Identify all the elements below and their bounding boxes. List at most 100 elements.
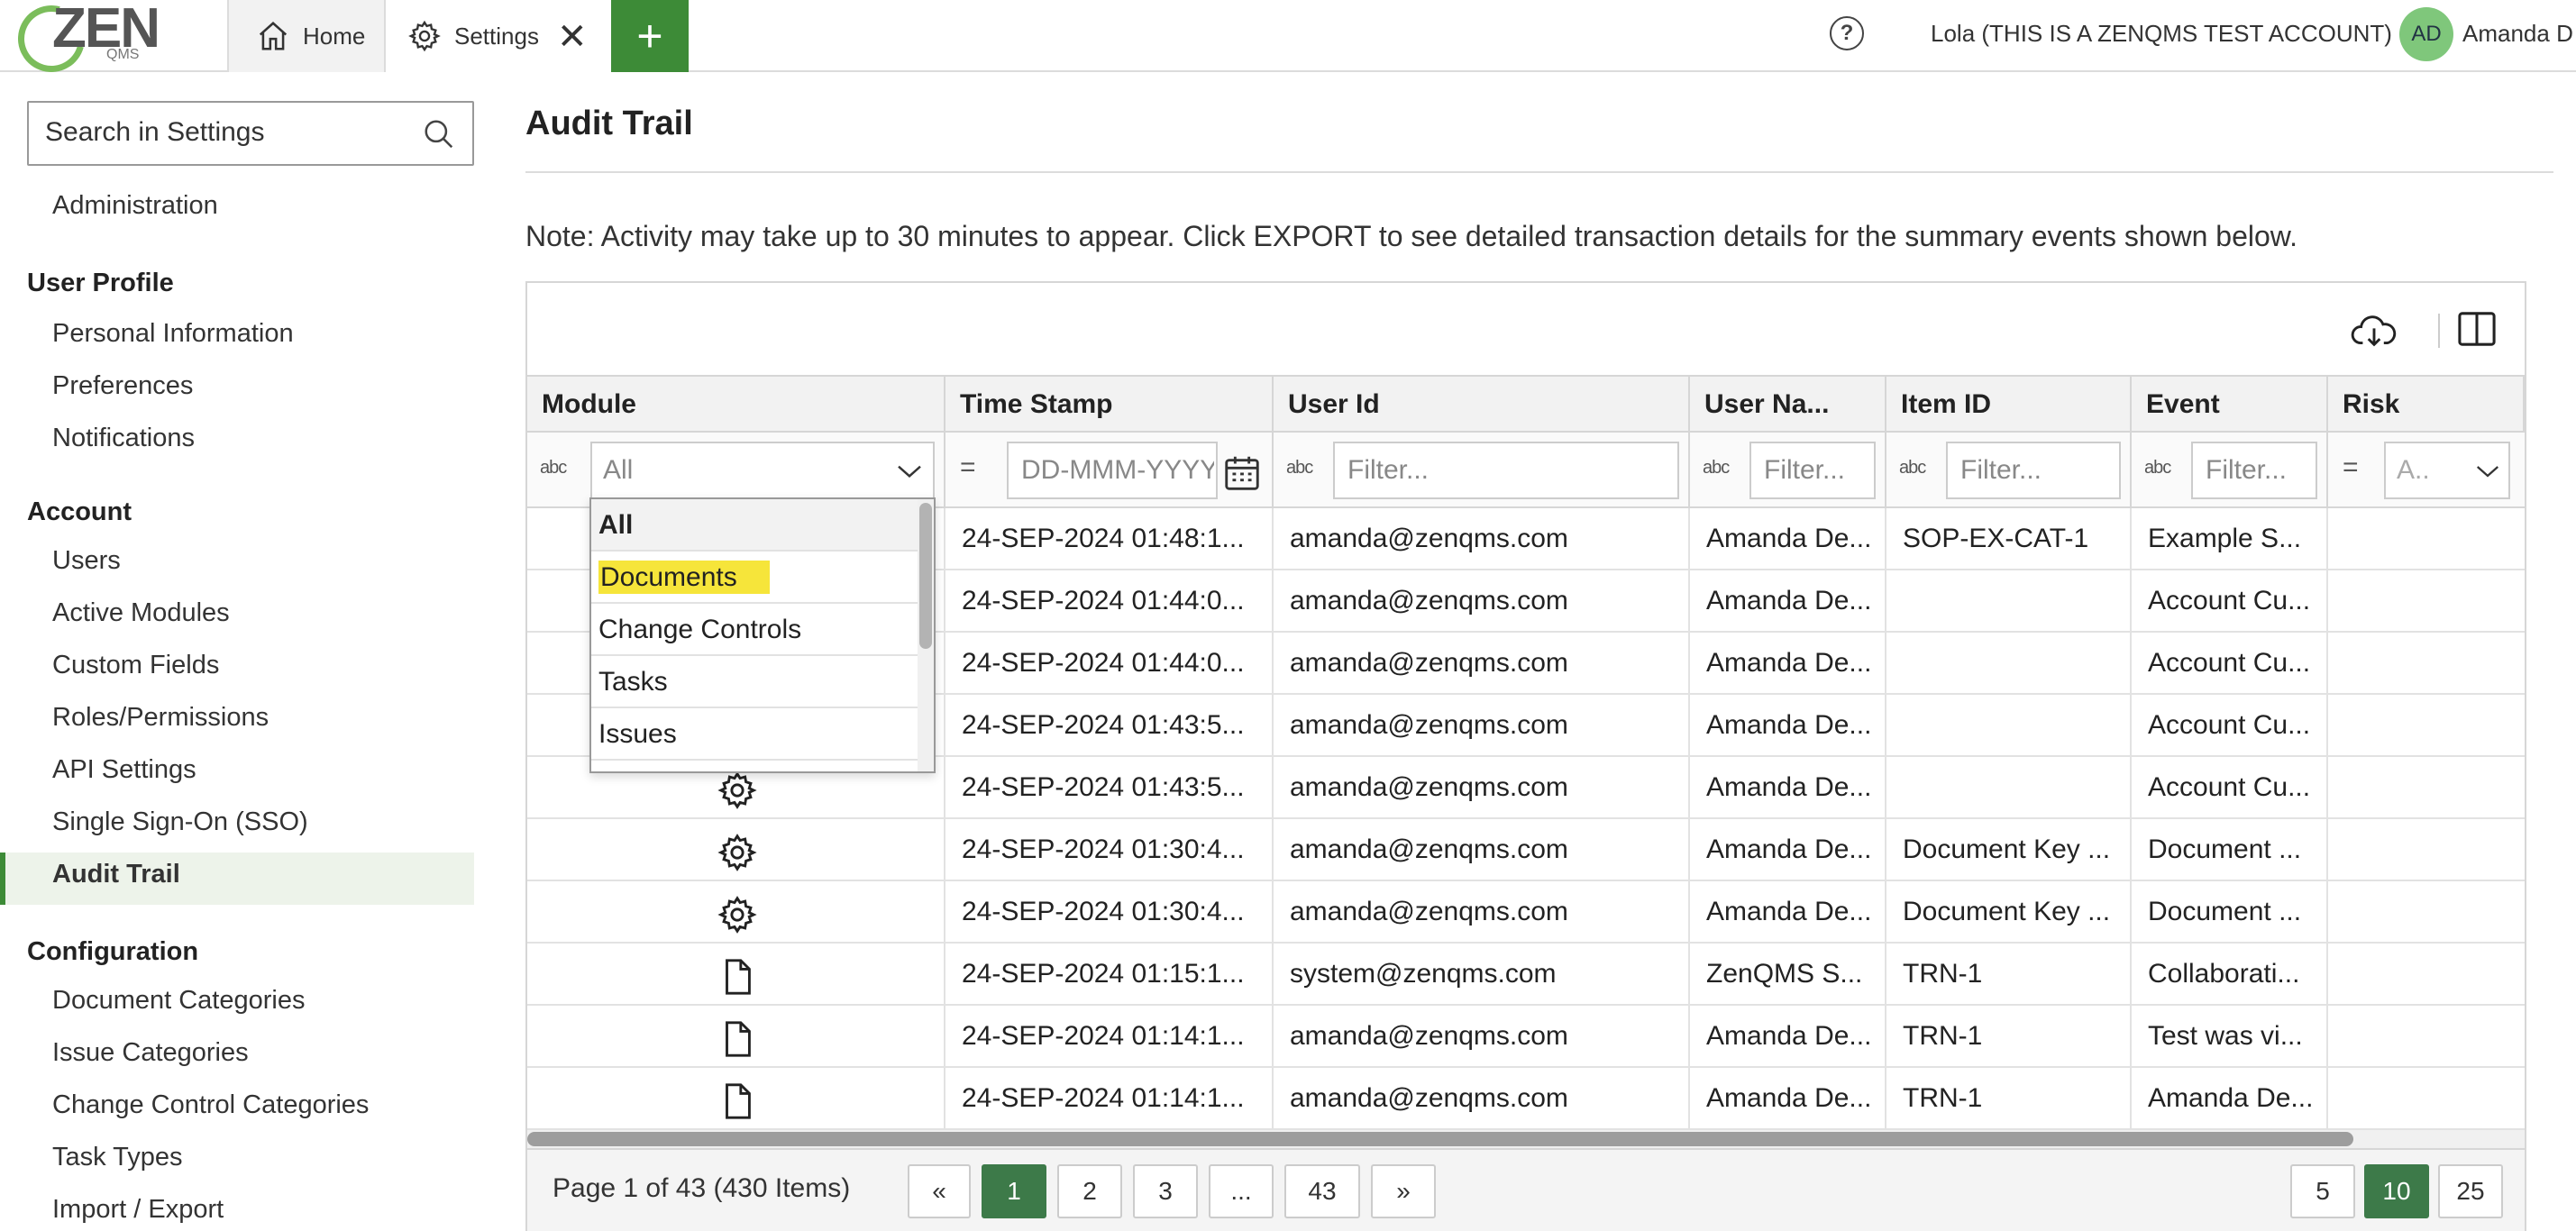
cell-module — [527, 881, 945, 943]
add-tab-button[interactable]: + — [611, 0, 689, 72]
cell-time-stamp: 24-SEP-2024 01:30:4... — [945, 881, 1274, 943]
prev-page-button[interactable]: « — [908, 1164, 971, 1218]
timestamp-filter-input[interactable] — [1007, 442, 1218, 499]
column-header-module[interactable]: Module — [527, 377, 945, 433]
module-filter-select[interactable]: All — [590, 442, 935, 499]
item-id-filter-input[interactable] — [1946, 442, 2121, 499]
gear-icon — [408, 20, 441, 52]
tab-home-label: Home — [303, 22, 366, 50]
page-button-2[interactable]: 2 — [1057, 1164, 1122, 1218]
settings-search-input[interactable] — [29, 103, 389, 162]
horizontal-scrollbar-thumb[interactable] — [527, 1132, 2353, 1146]
sidebar-item-custom-fields[interactable]: Custom Fields — [52, 651, 219, 680]
dropdown-option-documents[interactable]: Documents — [591, 552, 918, 604]
sidebar-item-document-categories[interactable]: Document Categories — [52, 986, 305, 1016]
search-icon[interactable] — [422, 117, 456, 151]
page-size-5[interactable]: 5 — [2290, 1164, 2355, 1218]
filter-cell-event: abc — [2132, 433, 2328, 508]
tab-settings-label: Settings — [454, 22, 539, 50]
gear-icon — [717, 894, 758, 943]
cell-time-stamp: 24-SEP-2024 01:44:0... — [945, 633, 1274, 694]
page-button-43[interactable]: 43 — [1284, 1164, 1360, 1218]
column-header-user-id[interactable]: User Id — [1274, 377, 1690, 433]
table-row[interactable]: 24-SEP-2024 01:14:1... amanda@zenqms.com A… — [527, 1006, 2525, 1068]
sidebar-item-roles-permissions[interactable]: Roles/Permissions — [52, 703, 269, 733]
close-icon[interactable]: ✕ — [557, 16, 588, 58]
table-row[interactable]: 24-SEP-2024 01:30:4... amanda@zenqms.com A… — [527, 819, 2525, 881]
sidebar-item-task-types[interactable]: Task Types — [52, 1143, 183, 1172]
cell-item-id: TRN-1 — [1886, 944, 2132, 1005]
tab-home[interactable]: Home — [227, 0, 386, 72]
sidebar-item-import-export[interactable]: Import / Export — [52, 1195, 224, 1225]
horizontal-scrollbar[interactable] — [527, 1130, 2525, 1148]
risk-filter-select[interactable]: A.. — [2384, 442, 2510, 499]
column-header-user-name[interactable]: User Na... — [1690, 377, 1886, 433]
dropdown-option-issues[interactable]: Issues — [591, 708, 918, 761]
sidebar-item-administration[interactable]: Administration — [52, 191, 218, 221]
sidebar-item-notifications[interactable]: Notifications — [52, 424, 195, 453]
sidebar-item-sso[interactable]: Single Sign-On (SSO) — [52, 807, 308, 837]
sidebar-item-change-control-categories[interactable]: Change Control Categories — [52, 1090, 369, 1120]
avatar[interactable]: AD — [2399, 7, 2453, 61]
page-info: Page 1 of 43 (430 Items) — [553, 1173, 851, 1203]
calendar-icon[interactable] — [1221, 452, 1263, 494]
settings-sidebar: Administration User Profile Personal Inf… — [0, 74, 478, 1231]
next-page-button[interactable]: » — [1371, 1164, 1436, 1218]
user-id-filter-field[interactable] — [1346, 444, 1677, 497]
user-name-filter-input[interactable] — [1749, 442, 1876, 499]
page-button-1[interactable]: 1 — [982, 1164, 1046, 1218]
table-row[interactable]: 24-SEP-2024 01:15:1... system@zenqms.com Z… — [527, 944, 2525, 1006]
sidebar-item-personal-information[interactable]: Personal Information — [52, 319, 294, 349]
column-chooser-icon[interactable] — [2456, 310, 2498, 348]
text-filter-type-icon[interactable]: abc — [1703, 458, 1730, 479]
text-filter-type-icon[interactable]: abc — [1899, 458, 1926, 479]
column-header-item-id[interactable]: Item ID — [1886, 377, 2132, 433]
zenqms-logo[interactable]: ZEN QMS — [5, 0, 225, 85]
event-filter-input[interactable] — [2191, 442, 2317, 499]
equals-filter-type-icon[interactable]: = — [960, 452, 976, 483]
cell-risk — [2328, 1068, 2525, 1129]
text-filter-type-icon[interactable]: abc — [1286, 458, 1313, 479]
column-header-event[interactable]: Event — [2132, 377, 2328, 433]
account-name[interactable]: Lola (THIS IS A ZENQMS TEST ACCOUNT) — [1931, 20, 2392, 48]
user-id-filter-input[interactable] — [1333, 442, 1679, 499]
user-name[interactable]: Amanda D — [2462, 20, 2573, 48]
dropdown-option-all[interactable]: All — [591, 499, 918, 552]
timestamp-filter-field[interactable] — [1019, 444, 1216, 497]
sidebar-item-users[interactable]: Users — [52, 546, 121, 576]
cell-user-name: Amanda De... — [1690, 1006, 1886, 1067]
settings-search[interactable] — [27, 101, 474, 166]
text-filter-type-icon[interactable]: abc — [2144, 458, 2171, 479]
cell-risk — [2328, 633, 2525, 694]
sidebar-item-audit-trail[interactable]: Audit Trail — [52, 860, 180, 889]
dropdown-option-tasks[interactable]: Tasks — [591, 656, 918, 708]
column-header-time-stamp[interactable]: Time Stamp — [945, 377, 1274, 433]
equals-filter-type-icon[interactable]: = — [2343, 452, 2359, 483]
page-size-25[interactable]: 25 — [2438, 1164, 2503, 1218]
module-filter-value: All — [603, 455, 634, 485]
event-filter-field[interactable] — [2204, 444, 2316, 497]
page-button-3[interactable]: 3 — [1133, 1164, 1198, 1218]
help-icon[interactable]: ? — [1830, 16, 1864, 50]
document-icon — [717, 1018, 758, 1067]
page-size-10[interactable]: 10 — [2364, 1164, 2429, 1218]
item-id-filter-field[interactable] — [1959, 444, 2119, 497]
user-name-filter-field[interactable] — [1762, 444, 1874, 497]
table-row[interactable]: 24-SEP-2024 01:30:4... amanda@zenqms.com A… — [527, 881, 2525, 944]
filter-cell-user-id: abc — [1274, 433, 1690, 508]
dropdown-option-change-controls[interactable]: Change Controls — [591, 604, 918, 656]
text-filter-type-icon[interactable]: abc — [540, 458, 567, 479]
table-row[interactable]: 24-SEP-2024 01:14:1... amanda@zenqms.com A… — [527, 1068, 2525, 1130]
cell-user-id: amanda@zenqms.com — [1274, 695, 1690, 756]
filter-cell-item-id: abc — [1886, 433, 2132, 508]
column-header-risk[interactable]: Risk — [2328, 377, 2525, 433]
sidebar-item-preferences[interactable]: Preferences — [52, 371, 193, 401]
sidebar-item-issue-categories[interactable]: Issue Categories — [52, 1038, 249, 1068]
dropdown-scrollbar[interactable] — [918, 499, 934, 771]
dropdown-scrollbar-thumb[interactable] — [919, 503, 932, 649]
page-ellipsis-button[interactable]: ... — [1209, 1164, 1274, 1218]
sidebar-item-api-settings[interactable]: API Settings — [52, 755, 196, 785]
sidebar-item-active-modules[interactable]: Active Modules — [52, 598, 230, 628]
tab-settings[interactable]: Settings ✕ — [386, 0, 611, 72]
cloud-download-icon[interactable] — [2350, 312, 2398, 351]
